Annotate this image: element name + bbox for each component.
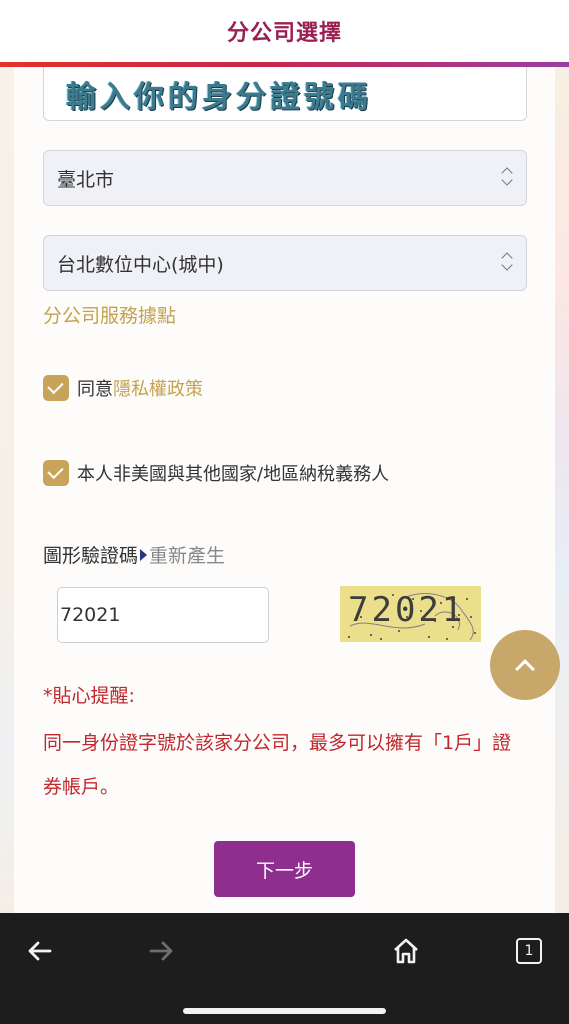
captcha-noise-dot: [420, 610, 422, 612]
captcha-noise-dot: [370, 634, 372, 636]
browser-toolbar: 1: [0, 913, 569, 1024]
privacy-policy-link[interactable]: 隱私權政策: [113, 375, 203, 401]
tabs-icon: 1: [516, 938, 542, 964]
branch-select[interactable]: 台北數位中心(城中): [43, 235, 527, 291]
tax-declaration-label: 本人非美國與其他國家/地區納稅義務人: [77, 464, 390, 485]
captcha-noise-dot: [440, 602, 442, 604]
privacy-checkbox[interactable]: [43, 375, 69, 401]
captcha-noise-dot: [348, 636, 350, 638]
captcha-noise-dot: [434, 620, 436, 622]
captcha-noise-dot: [392, 594, 394, 596]
tax-declaration-row: 本人非美國與其他國家/地區納稅義務人: [43, 460, 389, 486]
page-title: 分公司選擇: [226, 21, 342, 46]
background-decoration-left: [0, 64, 14, 914]
captcha-noise-dot: [352, 596, 354, 598]
privacy-consent-row: 同意 隱私權政策: [43, 375, 203, 401]
city-select-value: 臺北市: [57, 168, 115, 191]
captcha-noise-dot: [466, 598, 468, 600]
play-triangle-icon: [140, 548, 148, 561]
home-indicator[interactable]: [183, 1008, 386, 1014]
city-select[interactable]: 臺北市: [43, 150, 527, 206]
form-card: 輸入你的身分證號碼 臺北市 台北數位中心(城中) 分公司服務據點 同意 隱私權政…: [14, 67, 555, 913]
back-arrow-icon: [28, 941, 52, 961]
captcha-input[interactable]: 72021: [57, 587, 269, 643]
captcha-noise-dot: [428, 636, 430, 638]
captcha-noise-dot: [446, 638, 448, 640]
select-caret-icon: [500, 252, 514, 274]
captcha-image-text: 72021: [348, 590, 466, 630]
captcha-noise-dot: [470, 616, 472, 618]
id-number-placeholder: 輸入你的身分證號碼: [66, 79, 372, 115]
captcha-image: 72021: [340, 586, 481, 642]
captcha-noise-dot: [360, 616, 362, 618]
captcha-noise-dot: [380, 638, 382, 640]
background-decoration-right: [553, 64, 569, 914]
captcha-noise-dot: [412, 598, 414, 600]
captcha-noise-dot: [452, 626, 454, 628]
forward-button[interactable]: [141, 931, 181, 971]
reminder-title: *貼心提醒:: [43, 685, 135, 707]
back-button[interactable]: [20, 931, 60, 971]
home-icon: [394, 938, 418, 964]
next-step-button[interactable]: 下一步: [214, 841, 355, 897]
chevron-up-icon: [515, 659, 535, 679]
captcha-label: 圖形驗證碼: [43, 545, 139, 567]
privacy-prefix-text: 同意: [77, 379, 113, 400]
captcha-input-value: 72021: [60, 604, 121, 626]
captcha-noise-dot: [458, 614, 460, 616]
branch-select-value: 台北數位中心(城中): [57, 253, 224, 276]
captcha-regenerate-link[interactable]: 重新產生: [149, 541, 225, 568]
captcha-noise-dot: [474, 632, 476, 634]
reminder-body: 同一身份證字號於該家分公司，最多可以擁有「1戶」證券帳戶。: [43, 732, 512, 798]
captcha-noise-dot: [385, 606, 387, 608]
tax-declaration-checkbox[interactable]: [43, 460, 69, 486]
select-caret-icon: [500, 167, 514, 189]
forward-arrow-icon: [149, 941, 173, 961]
id-number-input[interactable]: 輸入你的身分證號碼: [43, 67, 527, 121]
captcha-noise-dot: [406, 616, 408, 618]
captcha-noise-dot: [398, 630, 400, 632]
scroll-to-top-button[interactable]: [490, 630, 560, 700]
page-header: 分公司選擇: [0, 0, 569, 62]
branch-locations-link[interactable]: 分公司服務據點: [43, 301, 176, 328]
captcha-label-row: 圖形驗證碼 重新產生: [43, 541, 225, 568]
home-button[interactable]: [386, 931, 426, 971]
tabs-button[interactable]: 1: [509, 931, 549, 971]
